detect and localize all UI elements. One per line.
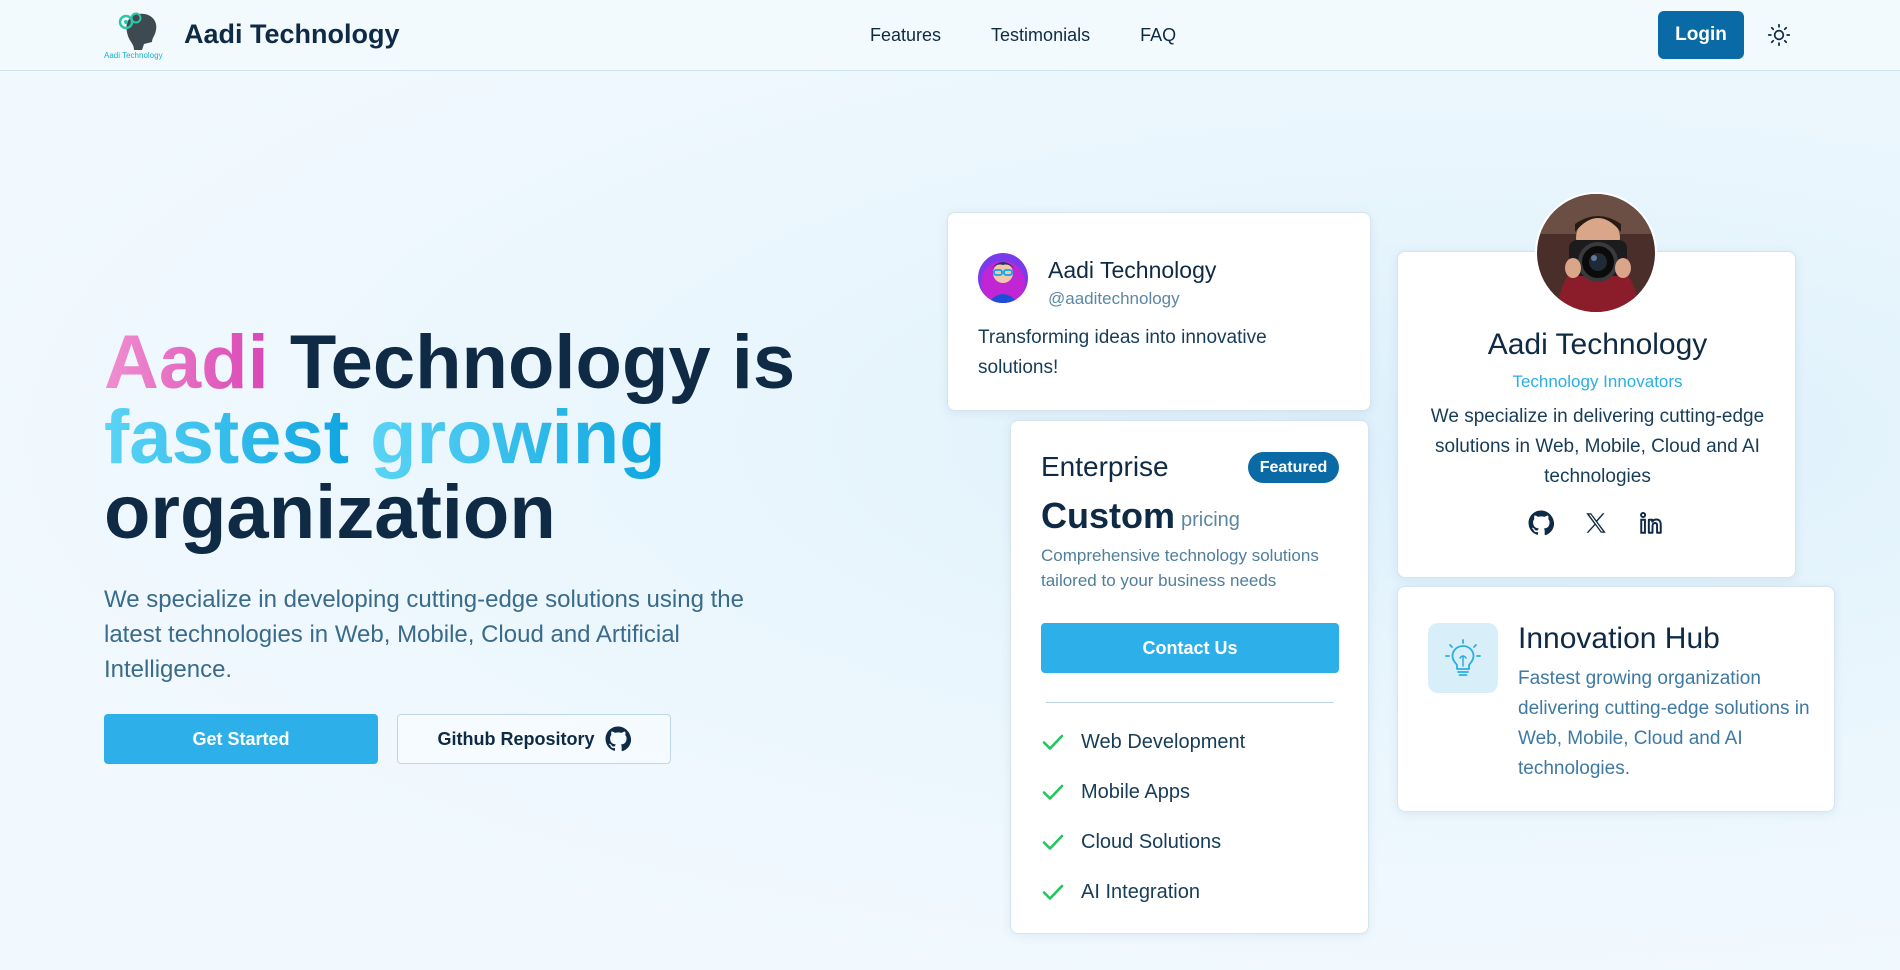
x-link[interactable] [1582,509,1610,537]
feature-label: AI Integration [1081,880,1200,903]
feature-item: Web Development [1041,717,1245,767]
plan-price-unit: pricing [1181,509,1240,531]
check-icon [1042,784,1064,800]
innovation-hub-card: Innovation Hub Fastest growing organizat… [1397,586,1835,812]
team-description: We specialize in delivering cutting-edge… [1430,406,1765,487]
team-name: Aadi Technology [1487,328,1708,361]
profile-card: Aadi Technology @aaditechnology Transfor… [947,212,1371,411]
profile-name: Aadi Technology [1048,257,1217,283]
github-link[interactable] [1527,509,1555,537]
feature-list: Web Development Mobile Apps Cloud Soluti… [1041,717,1245,917]
divider [1046,702,1334,703]
check-icon [1042,884,1064,900]
hero-title-part2: Technology is [268,320,796,405]
feature-label: Cloud Solutions [1081,830,1222,853]
lightbulb-icon [1428,623,1498,693]
github-icon [605,726,631,752]
linkedin-link[interactable] [1637,509,1665,537]
brand[interactable]: Aadi Technology Aadi Technology [104,10,400,60]
logo: Aadi Technology [104,10,176,60]
nav-link-testimonials[interactable]: Testimonials [991,25,1090,46]
plan-name: Enterprise [1041,451,1169,482]
hero-title-part4: growing [370,395,666,480]
plan-description: Comprehensive technology solutions tailo… [1041,546,1319,590]
check-icon [1042,834,1064,850]
team-avatar [1535,192,1657,314]
check-icon [1042,734,1064,750]
featured-badge: Featured [1248,452,1339,483]
x-icon [1586,513,1606,533]
hub-title: Innovation Hub [1518,622,1720,655]
hero-title: Aadi Technology is fastest growing organ… [104,325,824,551]
brand-name: Aadi Technology [184,18,400,49]
github-repository-label: Github Repository [437,728,595,749]
get-started-button[interactable]: Get Started [104,714,378,764]
feature-label: Web Development [1081,730,1246,753]
avatar [978,253,1028,303]
navbar: Aadi Technology Aadi Technology Features… [0,0,1900,71]
login-button[interactable]: Login [1658,11,1744,59]
github-icon [1528,510,1554,536]
nav-link-faq[interactable]: FAQ [1140,25,1176,46]
feature-label: Mobile Apps [1081,780,1190,803]
hero-subtitle: We specialize in developing cutting-edge… [104,586,744,683]
profile-handle: @aaditechnology [1048,289,1180,308]
team-role: Technology Innovators [1512,372,1683,391]
plan-price: Custom [1041,495,1175,536]
hero-title-part3: fastest [104,395,349,480]
photographer-image [1537,194,1655,312]
profile-text: Transforming ideas into innovative solut… [978,327,1267,378]
avatar-image [978,253,1028,303]
hub-description: Fastest growing organization delivering … [1518,668,1810,779]
hero-title-part5: organization [104,470,556,555]
linkedin-icon [1640,511,1662,534]
github-repository-button[interactable]: Github Repository [397,714,671,764]
nav-link-features[interactable]: Features [870,25,941,46]
feature-item: Mobile Apps [1041,767,1245,817]
team-card: Aadi Technology Technology Innovators We… [1397,192,1796,578]
nav-links: Features Testimonials FAQ [870,25,1226,46]
social-links [1527,509,1692,537]
feature-item: AI Integration [1041,867,1245,917]
hero-title-part1: Aadi [104,320,269,405]
pricing-card: Enterprise Featured Custom pricing Compr… [1010,420,1369,934]
logo-text: Aadi Technology [104,51,163,60]
feature-item: Cloud Solutions [1041,817,1245,867]
theme-toggle-button[interactable] [1766,22,1792,48]
contact-us-button[interactable]: Contact Us [1041,623,1339,673]
logo-icon [118,12,157,50]
sun-icon [1767,23,1791,47]
